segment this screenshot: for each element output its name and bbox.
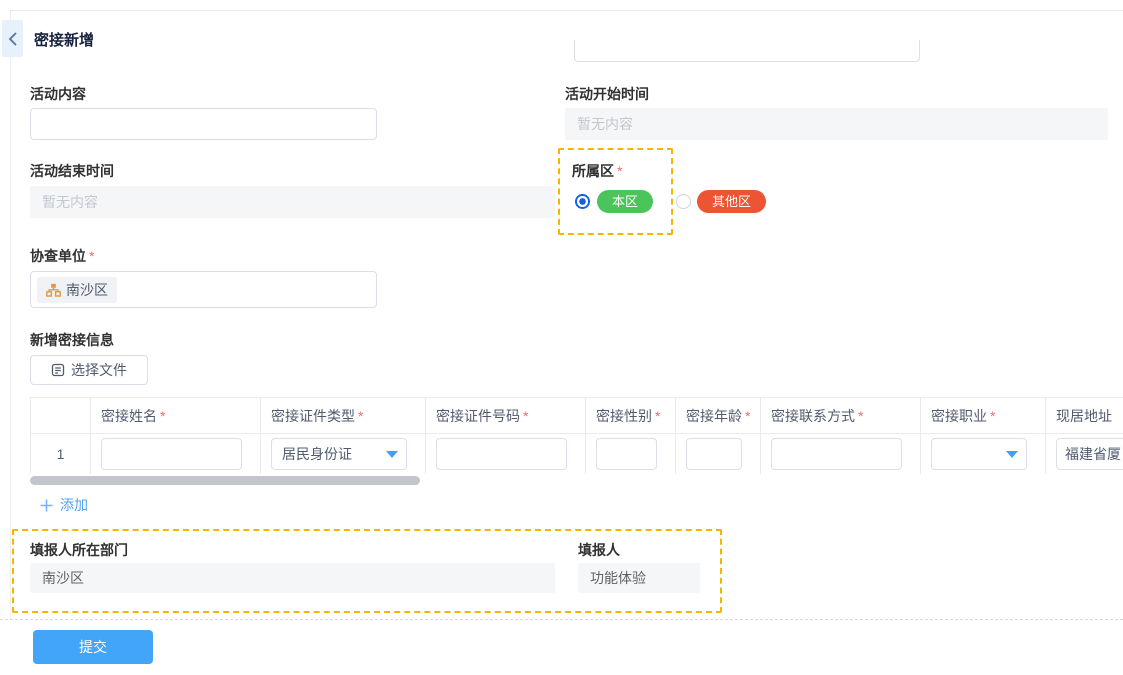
plus-icon — [40, 499, 53, 512]
activity-content-label: 活动内容 — [30, 84, 86, 104]
activity-end-label: 活动结束时间 — [30, 161, 114, 181]
submit-button[interactable]: 提交 — [33, 630, 153, 664]
add-row-link[interactable]: 添加 — [40, 495, 88, 515]
activity-start-input[interactable] — [565, 108, 1108, 140]
col-address: 现居地址 — [1046, 398, 1123, 433]
new-contact-section-label: 新增密接信息 — [30, 330, 114, 350]
contacts-table: 密接姓名* 密接证件类型* 密接证件号码* 密接性别* 密接年龄* 密接联系方式… — [30, 397, 1123, 474]
radio-district-other[interactable] — [676, 194, 691, 209]
reporter-label: 填报人 — [578, 540, 620, 560]
address-input[interactable] — [1056, 438, 1123, 470]
select-file-label: 选择文件 — [71, 360, 127, 380]
col-gender: 密接性别* — [586, 398, 676, 433]
col-cert-no: 密接证件号码* — [426, 398, 586, 433]
activity-content-input[interactable] — [30, 108, 377, 140]
page-title: 密接新增 — [34, 29, 94, 50]
col-cert-type: 密接证件类型* — [261, 398, 426, 433]
assist-unit-tag[interactable]: 南沙区 — [37, 277, 117, 303]
reporter-input[interactable] — [578, 563, 700, 593]
reporter-dept-input[interactable] — [30, 563, 555, 593]
select-file-button[interactable]: 选择文件 — [30, 355, 148, 385]
col-contact: 密接联系方式* — [761, 398, 921, 433]
back-button[interactable] — [2, 20, 23, 57]
document-icon — [51, 363, 65, 377]
gender-input[interactable] — [596, 438, 657, 470]
cert-no-input[interactable] — [436, 438, 567, 470]
add-row-label: 添加 — [60, 495, 88, 515]
footer-separator — [0, 619, 1123, 620]
table-horizontal-scrollbar[interactable] — [30, 476, 420, 485]
row-index: 1 — [31, 434, 91, 474]
caret-down-icon — [386, 451, 398, 458]
table-row: 1 居民身份证 — [31, 434, 1123, 474]
col-age: 密接年龄* — [676, 398, 761, 433]
district-local-pill[interactable]: 本区 — [597, 190, 653, 213]
assist-unit-label: 协查单位* — [30, 246, 94, 266]
clipped-input-top[interactable] — [574, 40, 920, 62]
district-label: 所属区* — [572, 161, 622, 181]
reporter-dept-label: 填报人所在部门 — [30, 540, 128, 560]
col-name: 密接姓名* — [91, 398, 261, 433]
contact-phone-input[interactable] — [771, 438, 902, 470]
table-header-row: 密接姓名* 密接证件类型* 密接证件号码* 密接性别* 密接年龄* 密接联系方式… — [31, 398, 1123, 434]
radio-district-local[interactable] — [575, 194, 590, 209]
caret-down-icon — [1006, 451, 1018, 458]
assist-unit-input[interactable]: 南沙区 — [30, 271, 377, 308]
cert-type-select[interactable]: 居民身份证 — [271, 438, 407, 470]
col-index — [31, 398, 91, 433]
col-occupation: 密接职业* — [921, 398, 1046, 433]
required-mark: * — [617, 163, 622, 179]
contact-name-input[interactable] — [101, 438, 242, 470]
activity-start-label: 活动开始时间 — [565, 84, 649, 104]
org-hierarchy-icon — [46, 283, 61, 297]
chevron-left-icon — [8, 32, 18, 46]
assist-unit-tag-label: 南沙区 — [66, 280, 108, 300]
required-mark: * — [89, 248, 94, 264]
age-input[interactable] — [686, 438, 742, 470]
district-other-pill[interactable]: 其他区 — [697, 190, 766, 213]
occupation-select[interactable] — [931, 438, 1027, 470]
activity-end-input[interactable] — [30, 186, 555, 218]
